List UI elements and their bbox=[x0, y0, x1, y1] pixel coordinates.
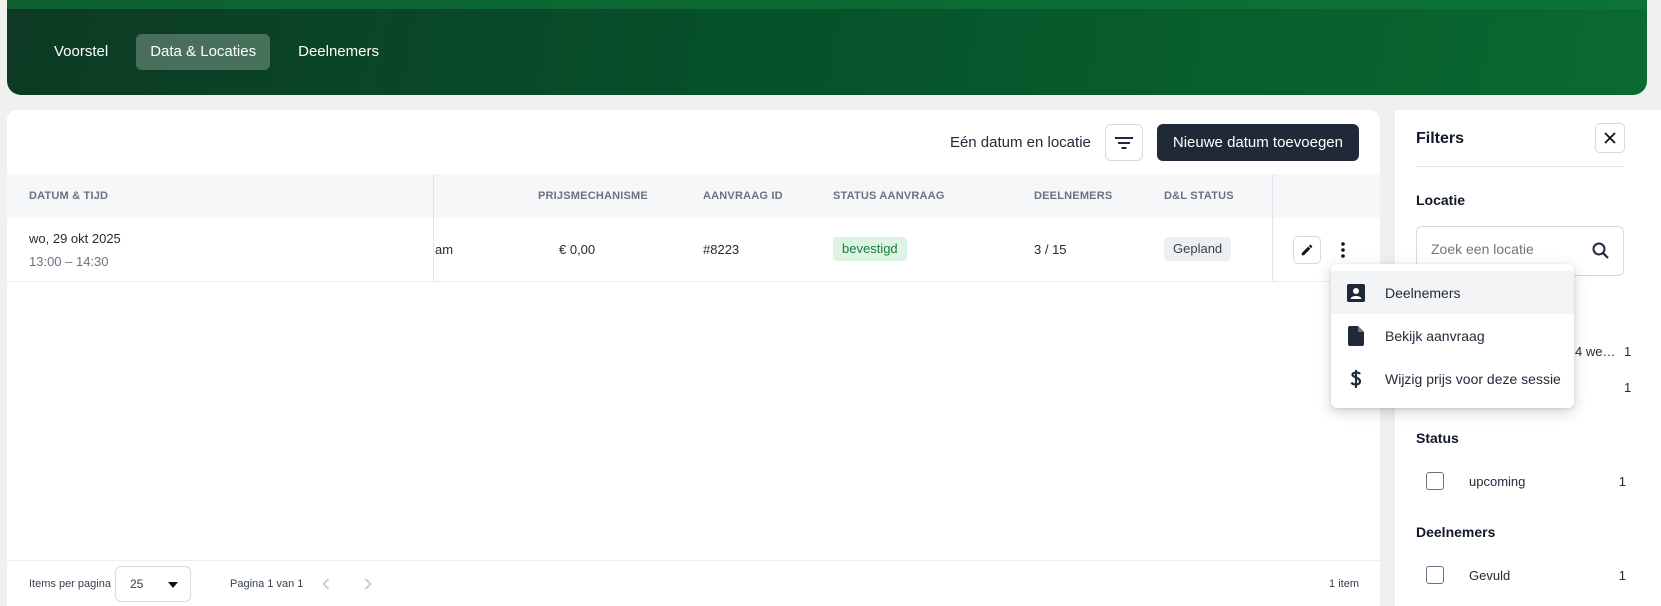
location-count-partial: 1 bbox=[1624, 380, 1632, 395]
total-items: 1 item bbox=[1329, 578, 1359, 590]
header-banner: Voorstel Data & Locaties Deelnemers bbox=[7, 0, 1647, 95]
location-count-partial: 1 bbox=[1624, 344, 1632, 359]
filter-button[interactable] bbox=[1104, 124, 1143, 161]
next-page-icon[interactable] bbox=[364, 578, 372, 590]
caret-down-icon bbox=[168, 582, 178, 588]
add-date-button[interactable]: Nieuwe datum toevoegen bbox=[1156, 124, 1359, 161]
row-request-id: #8223 bbox=[703, 242, 740, 257]
checkbox[interactable] bbox=[1426, 472, 1444, 490]
filter-count: 1 bbox=[1618, 568, 1626, 583]
row-price: € 0,00 bbox=[559, 242, 596, 257]
close-filters-button[interactable] bbox=[1595, 123, 1625, 153]
contact-icon bbox=[1346, 283, 1366, 303]
per-page-value: 25 bbox=[130, 577, 144, 591]
document-icon bbox=[1346, 325, 1366, 346]
dollar-icon bbox=[1346, 369, 1366, 389]
tab-data-locaties[interactable]: Data & Locaties bbox=[136, 34, 271, 70]
per-page-select[interactable]: 25 bbox=[115, 566, 191, 602]
filter-icon bbox=[1114, 136, 1133, 149]
tab-voorstel[interactable]: Voorstel bbox=[40, 34, 122, 70]
filters-title: Filters bbox=[1416, 130, 1465, 147]
filter-label: upcoming bbox=[1469, 474, 1526, 489]
prev-page-icon[interactable] bbox=[322, 578, 330, 590]
row-location-partial: am bbox=[435, 242, 454, 257]
dl-status-badge: Gepland bbox=[1164, 237, 1232, 261]
main-tabs: Voorstel Data & Locaties Deelnemers bbox=[40, 34, 393, 70]
col-price[interactable]: PRIJSMECHANISME bbox=[538, 174, 648, 218]
checkbox[interactable] bbox=[1426, 566, 1444, 584]
sessions-table: DATUM & TIJD PRIJSMECHANISME AANVRAAG ID… bbox=[7, 174, 1380, 282]
status-badge: bevestigd bbox=[833, 237, 907, 261]
row-participants: 3 / 15 bbox=[1034, 242, 1067, 257]
menu-item-label: Deelnemers bbox=[1385, 284, 1461, 301]
participants-filter-gevuld[interactable]: Gevuld 1 bbox=[1426, 566, 1626, 586]
location-title: Locatie bbox=[1416, 192, 1466, 208]
menu-item-label: Wijzig prijs voor deze sessie bbox=[1385, 370, 1561, 387]
menu-item-change-price[interactable]: Wijzig prijs voor deze sessie bbox=[1331, 357, 1574, 400]
pagination-footer: Items per pagina 25 Pagina 1 van 1 1 ite… bbox=[7, 560, 1380, 606]
page-label: Pagina 1 van 1 bbox=[230, 578, 304, 590]
col-participants[interactable]: DEELNEMERS bbox=[1034, 174, 1112, 218]
search-icon bbox=[1592, 242, 1609, 259]
header-stripe bbox=[7, 0, 1647, 9]
mode-label: Eén datum en locatie bbox=[949, 134, 1091, 151]
row-context-menu: Deelnemers Bekijk aanvraag Wijzig prijs … bbox=[1331, 264, 1574, 408]
col-dl-status[interactable]: D&L STATUS bbox=[1164, 174, 1234, 218]
close-icon bbox=[1604, 132, 1616, 144]
location-item-partial: 4 we… bbox=[1575, 344, 1616, 359]
participants-title: Deelnemers bbox=[1416, 524, 1496, 540]
col-request-id[interactable]: AANVRAAG ID bbox=[703, 174, 783, 218]
location-search-input[interactable] bbox=[1431, 241, 1591, 257]
dates-locations-card: Eén datum en locatie Nieuwe datum toevoe… bbox=[7, 110, 1380, 606]
per-page-label: Items per pagina bbox=[29, 578, 111, 590]
status-filter-upcoming[interactable]: upcoming 1 bbox=[1426, 472, 1626, 492]
filter-label: Gevuld bbox=[1469, 568, 1511, 583]
sticky-left-divider bbox=[7, 174, 434, 282]
col-request-status[interactable]: STATUS AANVRAAG bbox=[833, 174, 945, 218]
table-toolbar: Eén datum en locatie Nieuwe datum toevoe… bbox=[950, 124, 1359, 161]
tab-deelnemers[interactable]: Deelnemers bbox=[284, 34, 393, 70]
menu-item-participants[interactable]: Deelnemers bbox=[1331, 271, 1574, 314]
filter-count: 1 bbox=[1618, 474, 1626, 489]
menu-item-label: Bekijk aanvraag bbox=[1385, 327, 1485, 344]
status-title: Status bbox=[1416, 430, 1459, 446]
panel-divider bbox=[1416, 166, 1624, 167]
menu-item-view-request[interactable]: Bekijk aanvraag bbox=[1331, 314, 1574, 357]
